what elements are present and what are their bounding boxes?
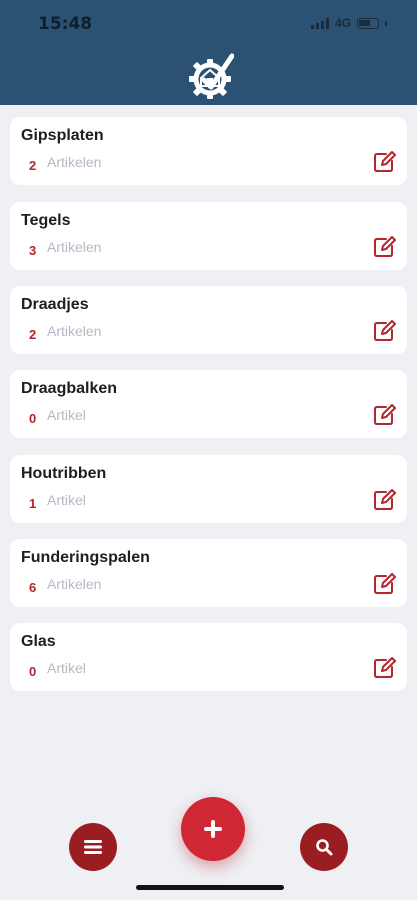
category-name: Glas xyxy=(21,633,56,650)
category-card[interactable]: Tegels 3 Artikelen xyxy=(10,202,407,270)
category-name: Houtribben xyxy=(21,465,107,482)
battery-icon xyxy=(357,17,379,29)
article-unit: Artikelen xyxy=(47,576,102,592)
signal-icon xyxy=(310,17,329,29)
category-name: Gipsplaten xyxy=(21,127,104,144)
category-name: Funderingspalen xyxy=(21,549,150,566)
battery-cap xyxy=(385,20,387,26)
article-count: 2 xyxy=(29,327,37,342)
status-indicators: 4G xyxy=(310,16,387,30)
edit-icon[interactable] xyxy=(373,404,397,426)
edit-icon[interactable] xyxy=(373,151,397,173)
category-card[interactable]: Draagbalken 0 Artikel xyxy=(10,370,407,438)
edit-icon[interactable] xyxy=(373,657,397,679)
article-count: 3 xyxy=(29,243,37,258)
status-time: 15:48 xyxy=(38,14,93,34)
plus-icon xyxy=(204,820,222,838)
search-icon xyxy=(316,839,333,856)
category-card[interactable]: Houtribben 1 Artikel xyxy=(10,455,407,523)
add-category-button[interactable] xyxy=(181,797,245,861)
category-card[interactable]: Glas 0 Artikel xyxy=(10,623,407,691)
article-count: 1 xyxy=(29,496,37,511)
edit-icon[interactable] xyxy=(373,489,397,511)
edit-icon[interactable] xyxy=(373,320,397,342)
article-unit: Artikelen xyxy=(47,154,102,170)
article-count: 2 xyxy=(29,158,37,173)
category-name: Draadjes xyxy=(21,296,89,313)
article-count: 0 xyxy=(29,664,37,679)
category-card[interactable]: Gipsplaten 2 Artikelen xyxy=(10,117,407,185)
article-unit: Artikel xyxy=(47,407,86,423)
article-unit: Artikelen xyxy=(47,239,102,255)
search-button[interactable] xyxy=(300,823,348,871)
app-logo-icon xyxy=(189,53,234,99)
category-name: Tegels xyxy=(21,212,71,229)
network-label: 4G xyxy=(334,16,351,30)
menu-button[interactable] xyxy=(69,823,117,871)
app-header: 15:48 4G xyxy=(0,0,417,105)
category-card[interactable]: Draadjes 2 Artikelen xyxy=(10,286,407,354)
menu-icon xyxy=(84,840,102,854)
category-card[interactable]: Funderingspalen 6 Artikelen xyxy=(10,539,407,607)
article-count: 6 xyxy=(29,580,37,595)
article-unit: Artikel xyxy=(47,492,86,508)
article-unit: Artikel xyxy=(47,660,86,676)
home-indicator xyxy=(136,885,284,890)
category-name: Draagbalken xyxy=(21,380,118,397)
article-count: 0 xyxy=(29,411,37,426)
article-unit: Artikelen xyxy=(47,323,102,339)
edit-icon[interactable] xyxy=(373,236,397,258)
edit-icon[interactable] xyxy=(373,573,397,595)
